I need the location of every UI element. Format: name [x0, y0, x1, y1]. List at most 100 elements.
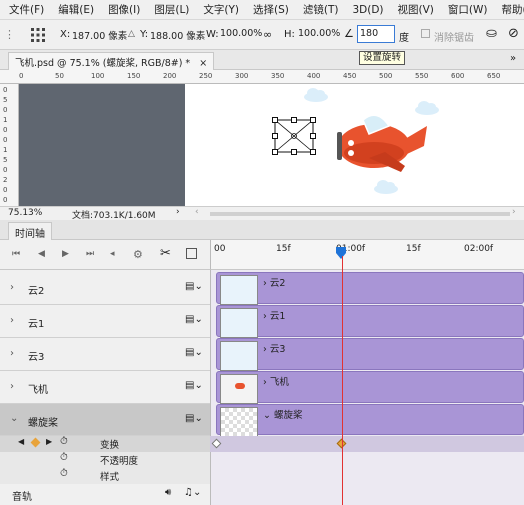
music-note-icon[interactable]: ♫⌄ — [184, 487, 201, 498]
menu-file[interactable]: 文件(F) — [0, 2, 49, 17]
property-row-style[interactable]: ⏱ 样式 — [0, 468, 210, 484]
cloud-icon — [374, 180, 398, 194]
ruler-tick-label: 5 — [3, 96, 8, 104]
layer-name: 螺旋桨 — [28, 418, 58, 429]
menu-type[interactable]: 文字(Y) — [194, 2, 244, 17]
panel-grip-icon: ⋮ — [4, 28, 15, 41]
split-scissors-icon[interactable]: ✂ — [160, 246, 171, 261]
ruler-tick-label: 0 — [3, 86, 8, 94]
next-keyframe-icon[interactable]: ▶ — [46, 437, 52, 446]
ruler-tick-label: 0 — [3, 136, 8, 144]
film-strip-icon[interactable]: ▤⌄ — [185, 281, 203, 292]
audio-track-row[interactable]: 音轨 🔊︎ ♫⌄ — [0, 484, 210, 505]
ruler-tick-label: 650 — [487, 72, 501, 80]
expand-chevron-icon[interactable]: › — [10, 381, 14, 392]
rotate-input[interactable]: 180 — [357, 25, 395, 43]
timeline-controls: ⏮ ◀ ▶ ⏭ ◂ ⚙ ✂ — [0, 240, 210, 270]
menu-select[interactable]: 选择(S) — [244, 2, 294, 17]
layer-row-cloud2[interactable]: › 云2 ▤⌄ — [0, 272, 210, 305]
airplane-icon — [337, 114, 427, 172]
track-thumbnail — [220, 341, 258, 371]
menu-edit[interactable]: 编辑(E) — [49, 2, 99, 17]
ruler-tick-label: 0 — [3, 106, 8, 114]
x-field[interactable]: 187.00 像素 — [72, 28, 127, 42]
settings-gear-icon[interactable]: ⚙ — [133, 248, 143, 261]
next-frame-icon[interactable]: ⏭ — [86, 249, 94, 259]
collapse-chevron-icon[interactable]: ⌄ — [10, 413, 18, 424]
menu-3d[interactable]: 3D(D) — [343, 4, 388, 16]
h-field[interactable]: 100.00% — [298, 28, 340, 39]
status-menu-arrow-icon[interactable]: › — [176, 207, 180, 217]
track-cloud3[interactable]: › 云3 — [216, 338, 524, 371]
expand-chevron-icon[interactable]: › — [10, 315, 14, 326]
layer-row-propeller[interactable]: ⌄ 螺旋桨 ▤⌄ — [0, 404, 210, 436]
volume-icon[interactable]: 🔊︎ — [165, 487, 171, 498]
rotate-unit: 度 — [399, 33, 409, 44]
y-field[interactable]: 188.00 像素 — [150, 28, 205, 42]
layer-row-plane[interactable]: › 飞机 ▤⌄ — [0, 371, 210, 404]
menu-filter[interactable]: 滤镜(T) — [294, 2, 344, 17]
film-strip-icon[interactable]: ▤⌄ — [185, 380, 203, 391]
keyframe-start[interactable] — [211, 438, 222, 449]
menu-image[interactable]: 图像(I) — [99, 2, 145, 17]
zoom-level[interactable]: 75.13% — [8, 208, 42, 218]
menu-help[interactable]: 帮助(H) — [493, 2, 524, 17]
document-tab[interactable]: 飞机.psd @ 75.1% (螺旋桨, RGB/8#) * × — [8, 52, 215, 70]
rotate-angle-icon: ∠ — [344, 27, 354, 40]
timeline-tab[interactable]: 时间轴 — [8, 222, 52, 240]
status-bar: 75.13% 文档:703.1K/1.60M › ‹ › — [0, 206, 524, 221]
track-plane[interactable]: › 飞机 — [216, 371, 524, 404]
ruler-tick-label: 2 — [3, 176, 8, 184]
ruler-tick-label: 0 — [3, 196, 8, 204]
w-field[interactable]: 100.00% — [220, 28, 262, 39]
layer-row-cloud3[interactable]: › 云3 ▤⌄ — [0, 338, 210, 371]
stopwatch-icon[interactable]: ⏱ — [60, 452, 68, 463]
menu-layer[interactable]: 图层(L) — [145, 2, 194, 17]
w-label: W: — [206, 29, 219, 40]
first-frame-icon[interactable]: ⏮ — [12, 249, 20, 259]
property-row-transform[interactable]: ◀ ▶ ⏱ 变换 — [0, 436, 210, 452]
layer-name: 云1 — [28, 319, 45, 330]
timeline-ruler[interactable]: 00 15f 01:00f 15f 02:00f — [210, 240, 524, 270]
scroll-left-icon[interactable]: ‹ — [195, 207, 199, 217]
close-tab-icon[interactable]: × — [199, 58, 207, 69]
stopwatch-icon[interactable]: ⏱ — [60, 436, 68, 447]
audio-mute-icon[interactable]: ◂ — [110, 249, 115, 259]
stopwatch-icon[interactable]: ⏱ — [60, 468, 68, 479]
track-cloud2[interactable]: › 云2 — [216, 272, 524, 305]
track-cloud1[interactable]: › 云1 — [216, 305, 524, 338]
link-icon[interactable]: ∞ — [263, 28, 272, 41]
track-propeller[interactable]: ⌄ 螺旋桨 — [216, 404, 524, 437]
prev-frame-icon[interactable]: ◀ — [38, 249, 45, 259]
transform-bounding-box[interactable] — [272, 117, 316, 155]
horizontal-scrollbar[interactable] — [210, 212, 510, 216]
warp-icon[interactable]: ⛀ — [486, 26, 497, 41]
film-strip-icon[interactable]: ▤⌄ — [185, 347, 203, 358]
transition-icon[interactable] — [186, 248, 197, 259]
expand-chevron-icon[interactable]: › — [10, 348, 14, 359]
ruler-tick-label: 350 — [271, 72, 285, 80]
keyframe-track-transform[interactable] — [210, 436, 524, 452]
property-row-opacity[interactable]: ⏱ 不透明度 — [0, 452, 210, 468]
playhead-icon[interactable] — [335, 246, 347, 260]
prev-keyframe-icon[interactable]: ◀ — [18, 437, 24, 446]
keyframe-toggle-icon[interactable] — [30, 437, 41, 448]
track-label: › 飞机 — [263, 377, 289, 388]
menu-view[interactable]: 视图(V) — [389, 2, 439, 17]
play-icon[interactable]: ▶ — [62, 249, 69, 259]
expand-chevron-icon[interactable]: › — [10, 282, 14, 293]
scroll-right-icon[interactable]: › — [512, 207, 516, 217]
film-strip-icon[interactable]: ▤⌄ — [185, 314, 203, 325]
film-strip-icon[interactable]: ▤⌄ — [185, 413, 203, 424]
menu-window[interactable]: 窗口(W) — [439, 2, 493, 17]
track-label: ⌄ 螺旋桨 — [263, 410, 303, 421]
track-thumbnail — [220, 407, 258, 437]
delta-icon[interactable]: △ — [128, 29, 135, 39]
layer-row-cloud1[interactable]: › 云1 ▤⌄ — [0, 305, 210, 338]
ruler-tick-label: 300 — [235, 72, 249, 80]
reference-point-icon[interactable] — [30, 27, 46, 43]
canvas[interactable] — [19, 84, 524, 206]
antialias-checkbox[interactable] — [421, 29, 430, 38]
cancel-transform-icon[interactable]: ⊘ — [508, 26, 519, 41]
tabs-overflow-icon[interactable]: » — [510, 53, 516, 64]
